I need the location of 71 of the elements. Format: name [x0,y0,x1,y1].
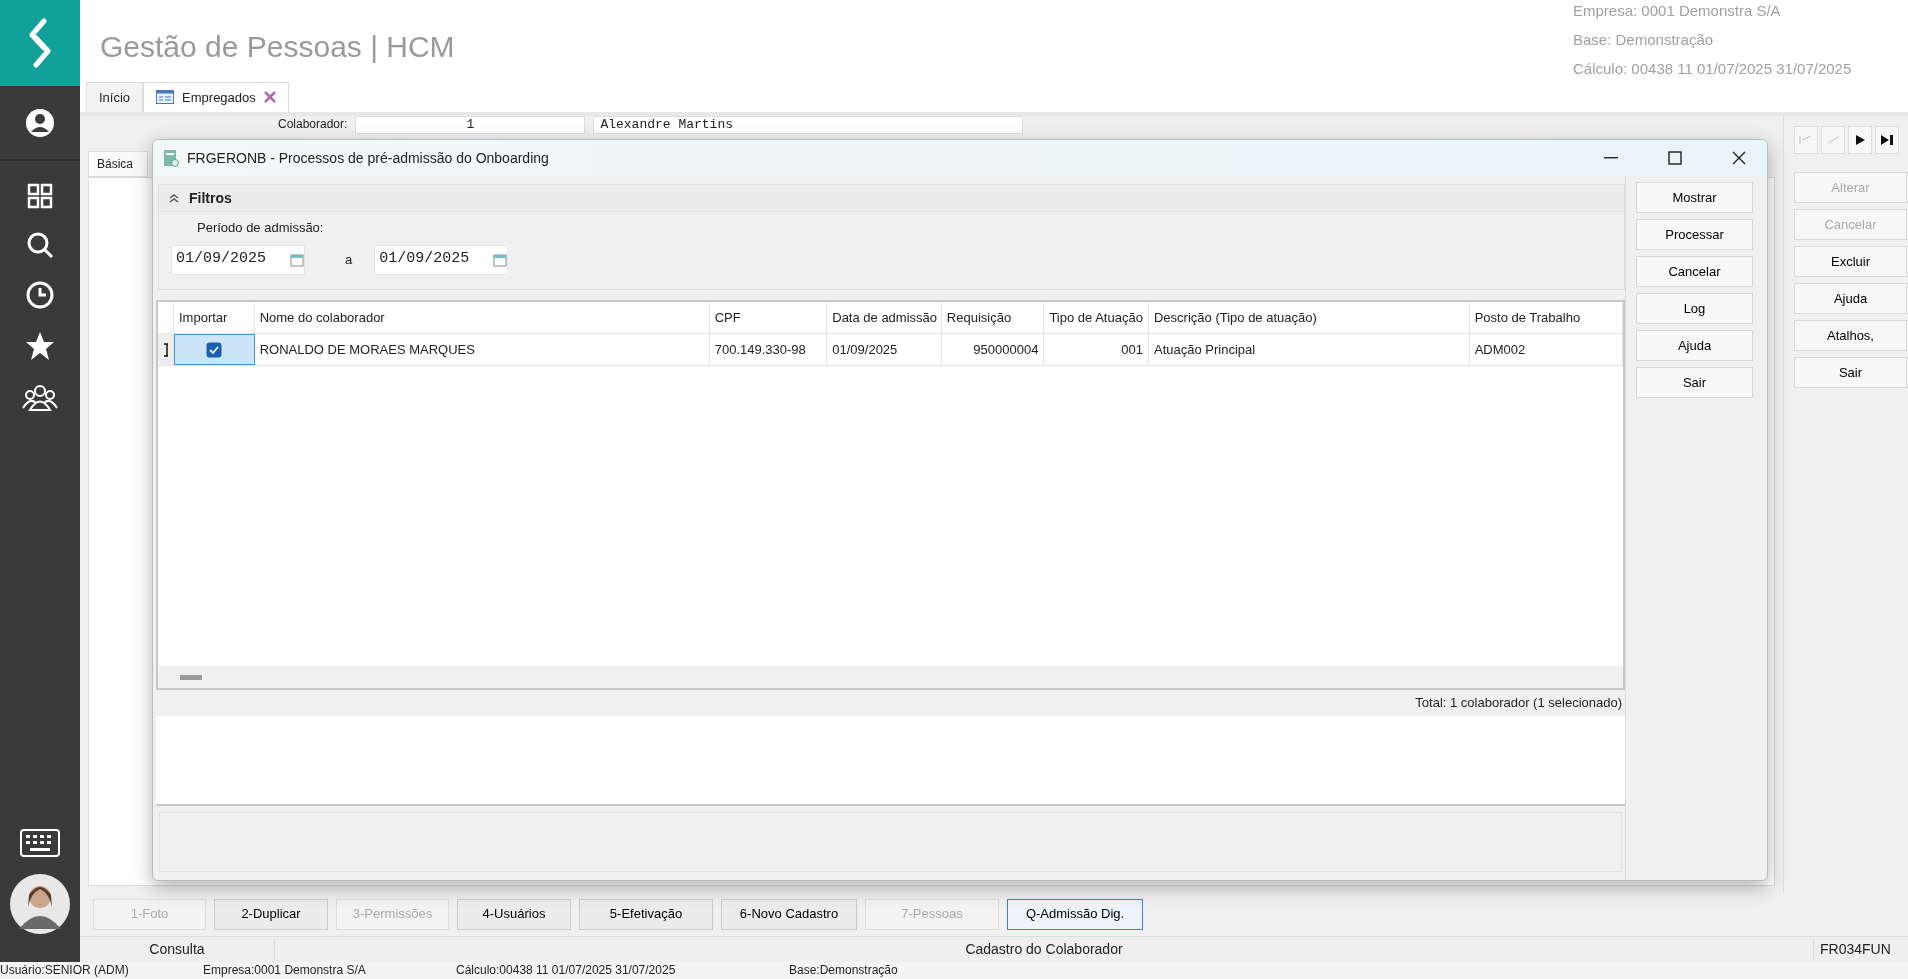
code-field[interactable]: 1 [355,116,586,134]
side-button[interactable]: Excluir [1794,246,1907,277]
action-button[interactable]: Q-Admissão Dig. [1007,898,1143,930]
column-header[interactable]: Data de admissão [827,302,942,333]
action-button[interactable]: 2-Duplicar [214,898,328,930]
dialog-button[interactable]: Processar [1636,219,1753,250]
star-icon[interactable] [25,331,55,361]
action-button[interactable]: 6-Novo Cadastro [721,898,857,930]
date-field[interactable]: 01/09/2025 [171,244,305,275]
status-text: Cálculo:00438 11 01/07/2025 31/07/2025 [456,962,677,979]
table-cell: RONALDO DE MORAES MARQUES [254,334,710,365]
column-header[interactable]: Posto de Trabalho [1469,302,1623,333]
action-button[interactable]: 5-Efetivação [579,898,713,930]
checkbox-cell[interactable] [174,334,255,365]
side-button[interactable]: Ajuda [1794,283,1907,314]
avatar-icon[interactable] [9,873,71,935]
dialog-button[interactable]: Mostrar [1636,182,1753,213]
column-header[interactable]: Tipo de Atuação [1044,302,1149,333]
play-icon[interactable] [1848,126,1872,154]
table-cell: Atuação Principal [1149,334,1470,365]
screen-code: FR034FUN [1813,939,1908,960]
action-button[interactable]: 4-Usuários [457,898,571,930]
collapse-icon[interactable] [169,193,179,203]
field-label: Colaborador: [278,116,348,132]
range-separator: a [345,250,353,269]
list-icon [156,90,175,105]
company-info: Cálculo: 00438 11 01/07/2025 31/07/2025 [1573,59,1853,79]
date-field[interactable]: 01/09/2025 [374,244,509,275]
column-header[interactable]: CPF [709,302,828,333]
search-icon[interactable] [26,231,54,259]
name-field[interactable]: Alexandre Martins [593,116,1024,134]
status-text: Empresa:0001 Demonstra S/A [203,962,367,979]
mode-label: Consulta [80,939,275,960]
tab[interactable]: Início [86,81,144,112]
side-button[interactable]: Atalhos, [1794,320,1907,351]
company-info: Empresa: 0001 Demonstra S/A [1573,1,1782,21]
column-header[interactable]: Descrição (Tipo de atuação) [1149,302,1470,333]
table-cell: 950000004 [941,334,1045,365]
keyboard-icon[interactable] [20,829,60,857]
user-icon[interactable] [25,107,55,138]
column-header[interactable]: Nome do colaborador [254,302,710,333]
status-text: Base:Demonstração [789,962,899,979]
side-button[interactable]: Sair [1794,357,1907,388]
dialog-button[interactable]: Ajuda [1636,330,1753,361]
total-label: Total: 1 colaborador (1 selecionado) [1415,694,1622,713]
last-icon[interactable] [1875,126,1899,154]
table-cell: 001 [1044,334,1149,365]
form-icon [163,149,179,167]
scrollbar-thumb[interactable] [180,674,202,680]
dialog-button[interactable]: Log [1636,293,1753,324]
section-title: Filtros [189,188,232,208]
period-label: Período de admissão: [196,219,325,237]
company-info: Base: Demonstração [1573,30,1715,50]
column-header[interactable]: Importar [174,302,255,333]
dashboard-icon[interactable] [27,183,53,209]
clock-icon[interactable] [26,281,54,309]
checkbox[interactable] [206,341,223,358]
tab[interactable]: Empregados [143,81,289,112]
table-cell: 700.149.330-98 [709,334,828,365]
team-icon[interactable] [22,383,58,413]
status-text: Usuário:SENIOR (ADM) [0,962,130,979]
table-cell: ADM002 [1469,334,1623,365]
dialog-button[interactable]: Cancelar [1636,256,1753,287]
dialog-button[interactable]: Sair [1636,367,1753,398]
screen-label: Cadastro do Colaborador [964,940,1124,959]
table-cell: 01/09/2025 [827,334,942,365]
dialog-title: FRGERONB - Processos de pré-admissão do Onboarding [187,148,550,168]
column-header[interactable]: Requisição [941,302,1045,333]
close-icon[interactable] [263,91,276,104]
app-title: Gestão de Pessoas | HCM [100,29,455,65]
section-tab[interactable]: Básica [88,151,148,177]
